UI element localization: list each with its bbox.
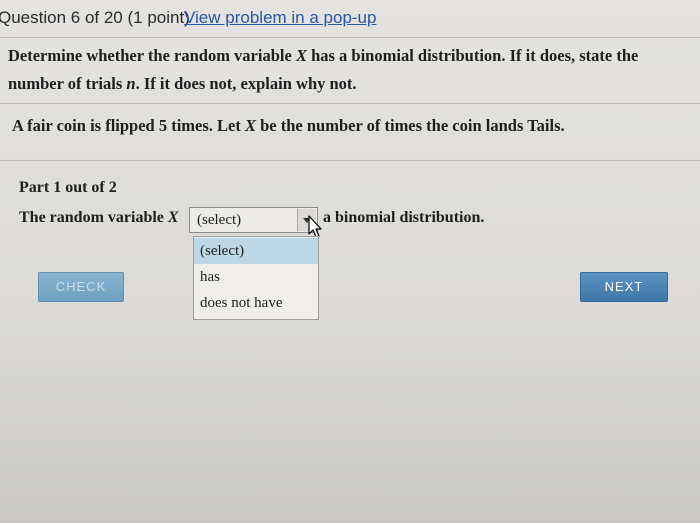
- header-divider: [0, 37, 700, 38]
- scenario-part: A fair coin is flipped 5 times. Let: [12, 116, 245, 135]
- prompt-text: has a binomial distribution. If it does,…: [306, 46, 639, 65]
- next-button[interactable]: NEXT: [580, 272, 668, 302]
- check-button[interactable]: CHECK: [38, 272, 124, 302]
- part-label: Part 1 out of 2: [19, 179, 117, 196]
- select-dropdown-list: (select) has does not have: [193, 236, 319, 320]
- prompt-text: . If it does not, explain why not.: [135, 74, 357, 93]
- option-has[interactable]: has: [194, 264, 318, 290]
- question-suffix: a binomial distribution.: [323, 209, 485, 226]
- question-header: Question 6 of 20 (1 point) View problem …: [0, 0, 700, 36]
- distribution-select[interactable]: (select): [189, 207, 318, 233]
- option-does-not-have[interactable]: does not have: [194, 290, 318, 316]
- option-label: (select): [200, 243, 245, 259]
- prompt-text: Determine whether the random variable: [8, 46, 296, 65]
- variable-n: n: [126, 74, 136, 93]
- problem-prompt: Determine whether the random variable X …: [8, 42, 688, 98]
- view-popup-link[interactable]: View problem in a pop-up: [184, 0, 376, 36]
- question-row: The random variable X: [19, 206, 179, 230]
- scenario-divider: [0, 160, 700, 161]
- scenario-part: be the number of times the coin lands Ta…: [256, 116, 565, 135]
- variable-x: X: [295, 46, 307, 65]
- question-counter: Question 6 of 20 (1 point): [0, 8, 190, 27]
- select-value: (select): [197, 212, 242, 228]
- option-select[interactable]: (select): [194, 238, 318, 264]
- question-text: The random variable: [19, 209, 168, 226]
- variable-x: X: [244, 116, 256, 135]
- prompt-divider: [0, 103, 700, 104]
- background-shade: [0, 340, 700, 523]
- option-label: does not have: [200, 295, 283, 311]
- prompt-text: number of trials: [8, 74, 127, 93]
- scenario-text: A fair coin is flipped 5 times. Let X be…: [12, 112, 692, 140]
- variable-x: X: [167, 209, 179, 226]
- option-label: has: [200, 269, 220, 285]
